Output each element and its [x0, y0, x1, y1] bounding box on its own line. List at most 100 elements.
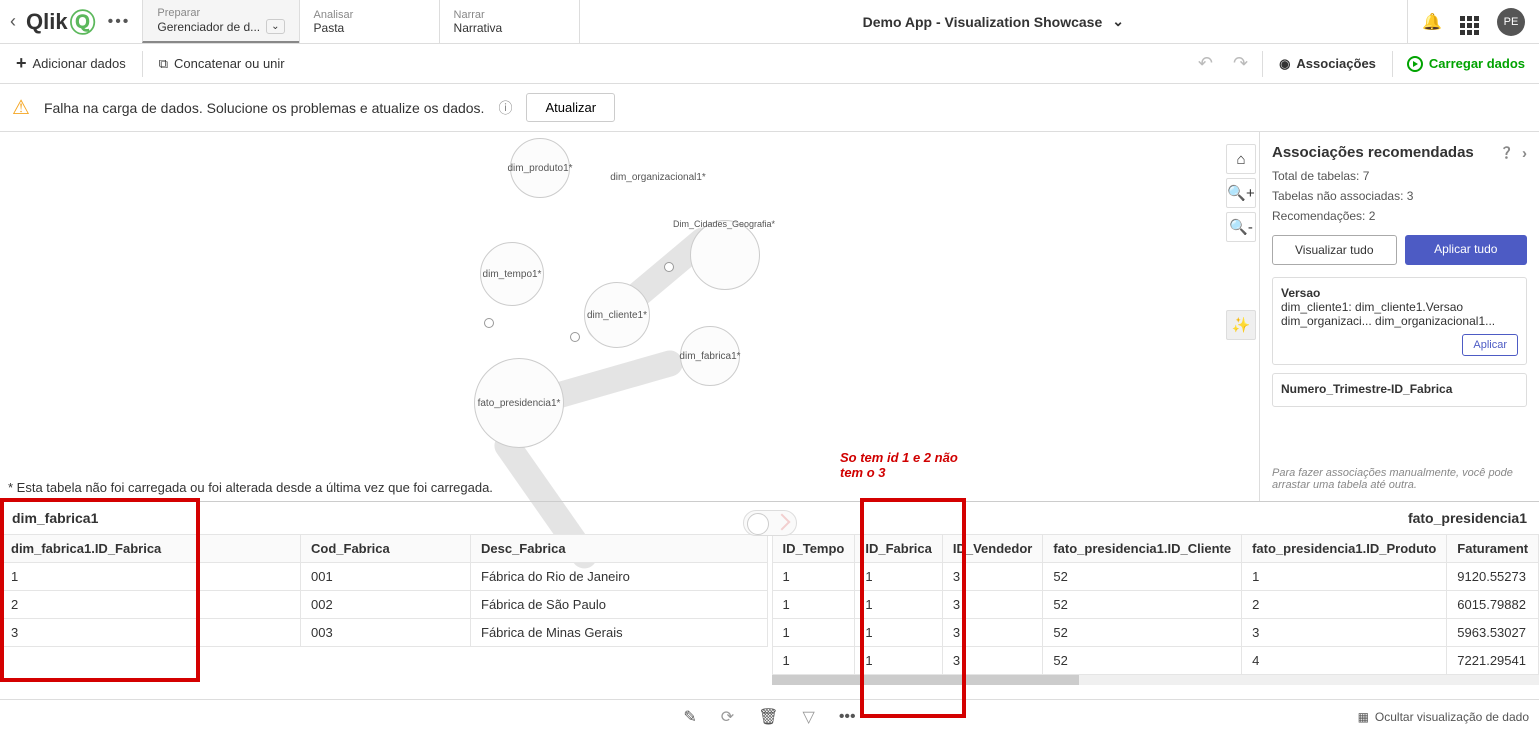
rec-detail: dim_organizaci... dim_organizacional1... — [1281, 314, 1518, 328]
bubble-dim-organizacional[interactable]: dim_organizacional1* — [618, 162, 698, 192]
horizontal-scrollbar[interactable] — [772, 675, 1539, 685]
divider — [142, 51, 143, 77]
rec-title: Versao — [1281, 286, 1518, 300]
plus-icon: + — [16, 53, 27, 74]
rec-detail: dim_cliente1: dim_cliente1.Versao — [1281, 300, 1518, 314]
left-data-table: dim_fabrica1.ID_Fabrica Cod_Fabrica Desc… — [0, 534, 768, 647]
eye-icon: ◉ — [1279, 56, 1290, 72]
apply-all-button[interactable]: Aplicar tudo — [1405, 235, 1528, 265]
chevron-down-icon: ⌄ — [1112, 13, 1124, 30]
apply-button[interactable]: Aplicar — [1462, 334, 1518, 356]
col-header[interactable]: Desc_Fabrica — [471, 535, 768, 563]
rec-title: Numero_Trimestre-ID_Fabrica — [1281, 382, 1518, 396]
app-title[interactable]: Demo App - Visualization Showcase⌄ — [579, 0, 1408, 43]
annotation-line2: tem o 3 — [840, 465, 958, 480]
col-header[interactable]: ID_Vendedor — [942, 535, 1042, 563]
chevron-down-icon[interactable]: ⌄ — [266, 19, 284, 34]
add-data-button[interactable]: + Adicionar dados — [8, 47, 134, 80]
bubble-dim-cliente[interactable]: dim_cliente1* — [584, 282, 650, 348]
table-row[interactable]: 1135226015.79882 — [772, 591, 1539, 619]
annotation-text: So tem id 1 e 2 não tem o 3 — [840, 450, 958, 480]
right-table-pane: fato_presidencia1 ID_Tempo ID_Fabrica ID… — [768, 502, 1539, 699]
recommendation-card[interactable]: Versao dim_cliente1: dim_cliente1.Versao… — [1272, 277, 1527, 365]
bubble-fato-presidencia[interactable]: fato_presidencia1* — [474, 358, 564, 448]
tab-top-label: Narrar — [454, 9, 565, 21]
assoc-label: Associações — [1296, 56, 1376, 71]
col-header[interactable]: Cod_Fabrica — [301, 535, 471, 563]
logo-icon: Ⓠ — [70, 3, 96, 40]
table-note: * Esta tabela não foi carregada ou foi a… — [8, 480, 493, 495]
refresh-button[interactable]: Atualizar — [526, 93, 615, 122]
col-header[interactable]: Faturament — [1447, 535, 1539, 563]
bubble-label: Dim_Cidades_Geografia* — [673, 219, 775, 229]
magic-wand-button[interactable]: ✨ — [1226, 310, 1256, 340]
tab-top-label: Preparar — [157, 7, 284, 19]
bubble-dim-produto[interactable]: dim_produto1* — [510, 138, 570, 198]
bubble-dim-tempo[interactable]: dim_tempo1* — [480, 242, 544, 306]
warning-message: Falha na carga de dados. Solucione os pr… — [44, 100, 485, 116]
panel-hint: Para fazer associações manualmente, você… — [1272, 467, 1527, 491]
col-header[interactable]: fato_presidencia1.ID_Produto — [1242, 535, 1447, 563]
panel-title: Associações recomendadas — [1272, 144, 1474, 161]
hide-label: Ocultar visualização de dado — [1375, 710, 1529, 724]
concat-icon: ⧉ — [159, 56, 168, 72]
table-row[interactable]: 1135235963.53027 — [772, 619, 1539, 647]
edit-icon[interactable]: ✎ — [683, 707, 696, 727]
concat-label: Concatenar ou unir — [174, 56, 285, 71]
table-icon: ▦ — [1358, 710, 1369, 724]
delete-icon[interactable]: 🗑 — [758, 707, 778, 727]
bubble-dim-fabrica[interactable]: dim_fabrica1* — [680, 326, 740, 386]
play-icon — [1407, 56, 1423, 72]
left-table-pane: dim_fabrica1 dim_fabrica1.ID_Fabrica Cod… — [0, 502, 768, 699]
zoom-out-button[interactable]: 🔍- — [1226, 212, 1256, 242]
right-table-name: fato_presidencia1 — [772, 502, 1539, 534]
help-icon[interactable]: ？ — [1503, 145, 1518, 162]
load-label: Carregar dados — [1429, 56, 1525, 71]
col-header[interactable]: dim_fabrica1.ID_Fabrica — [1, 535, 301, 563]
tab-bottom-label: Gerenciador de d... — [157, 20, 260, 34]
notifications-icon[interactable]: 🔔 — [1422, 12, 1442, 32]
info-icon[interactable]: ⓘ — [498, 98, 512, 118]
table-row[interactable]: 3003Fábrica de Minas Gerais — [1, 619, 768, 647]
apps-grid-icon[interactable] — [1460, 8, 1479, 35]
table-row[interactable]: 1135219120.55273 — [772, 563, 1539, 591]
view-all-button[interactable]: Visualizar tudo — [1272, 235, 1397, 265]
zoom-in-button[interactable]: 🔍+ — [1226, 178, 1256, 208]
unassociated-tables-label: Tabelas não associadas: 3 — [1272, 189, 1527, 203]
associations-button[interactable]: ◉ Associações — [1271, 50, 1384, 78]
recommendations-panel: Associações recomendadas？ › Total de tab… — [1259, 132, 1539, 501]
load-data-button[interactable]: Carregar dados — [1401, 56, 1531, 72]
right-data-table: ID_Tempo ID_Fabrica ID_Vendedor fato_pre… — [772, 534, 1539, 675]
undo-button[interactable]: ↶ — [1192, 53, 1219, 74]
tab-top-label: Analisar — [314, 9, 425, 21]
concat-button[interactable]: ⧉ Concatenar ou unir — [151, 50, 293, 78]
filter-icon: ▽ — [803, 707, 815, 727]
tab-analisar[interactable]: Analisar Pasta — [299, 0, 439, 43]
more-menu-button[interactable]: ••• — [96, 13, 143, 31]
warning-icon: ⚠ — [12, 95, 30, 120]
recommendation-card[interactable]: Numero_Trimestre-ID_Fabrica — [1272, 373, 1527, 407]
annotation-line1: So tem id 1 e 2 não — [840, 450, 958, 465]
tab-narrar[interactable]: Narrar Narrativa — [439, 0, 579, 43]
logo-text: Qlik — [26, 9, 68, 35]
tab-bottom-label: Pasta — [314, 21, 425, 35]
add-data-label: Adicionar dados — [33, 56, 126, 71]
table-row[interactable]: 1001Fábrica do Rio de Janeiro — [1, 563, 768, 591]
back-button[interactable]: ‹ — [0, 11, 26, 32]
col-header[interactable]: fato_presidencia1.ID_Cliente — [1043, 535, 1242, 563]
bubble-dim-cidades[interactable]: Dim_Cidades_Geografia* — [690, 220, 760, 290]
col-header[interactable]: ID_Fabrica — [855, 535, 942, 563]
qlik-logo: QlikⓆ — [26, 3, 96, 40]
redo-button[interactable]: ↷ — [1227, 53, 1254, 74]
col-header[interactable]: ID_Tempo — [772, 535, 855, 563]
table-row[interactable]: 2002Fábrica de São Paulo — [1, 591, 768, 619]
hide-data-view-button[interactable]: ▦ Ocultar visualização de dado — [1358, 710, 1529, 724]
home-zoom-button[interactable]: ⌂ — [1226, 144, 1256, 174]
more-icon[interactable]: ••• — [839, 708, 856, 726]
tab-preparar[interactable]: Preparar Gerenciador de d... ⌄ — [142, 0, 298, 43]
association-canvas[interactable]: dim_produto1* dim_organizacional1* dim_t… — [0, 132, 1259, 501]
close-panel-icon[interactable]: › — [1522, 145, 1527, 162]
user-avatar[interactable]: PE — [1497, 8, 1525, 36]
view-toggle[interactable] — [743, 510, 797, 536]
table-row[interactable]: 1135247221.29541 — [772, 647, 1539, 675]
